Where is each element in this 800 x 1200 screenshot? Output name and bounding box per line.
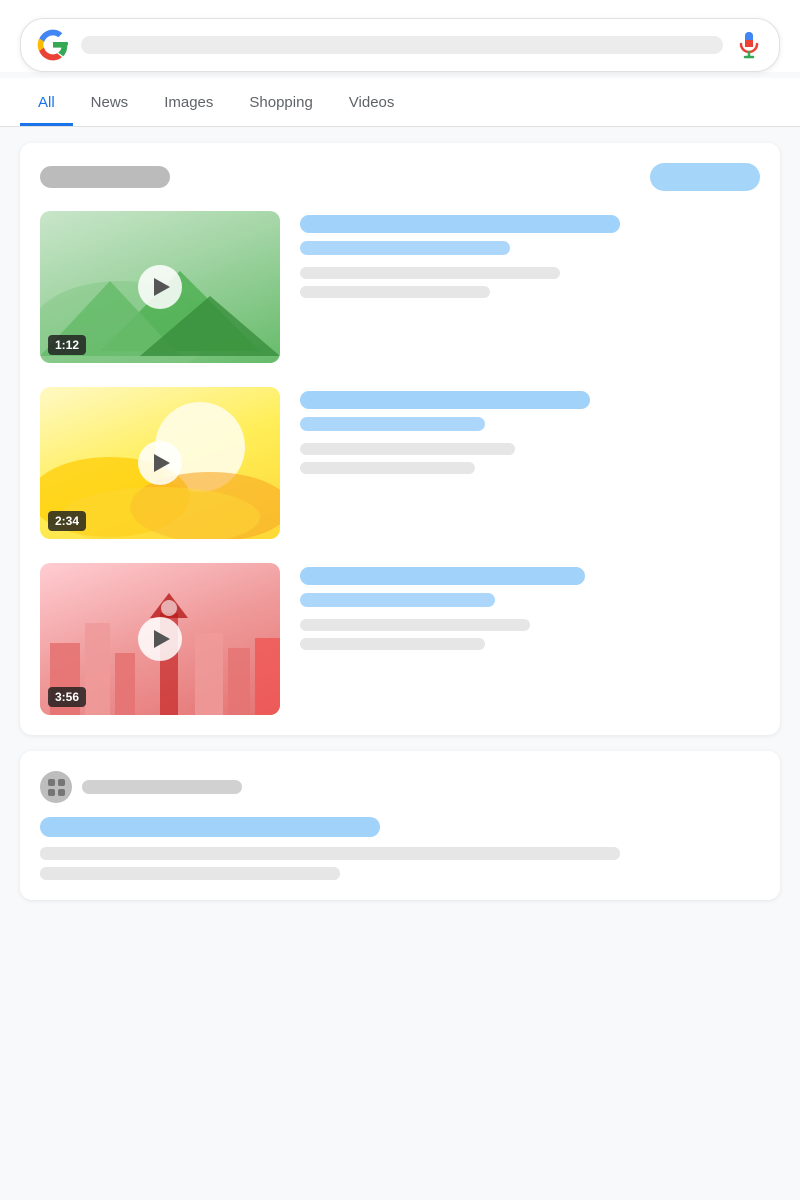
duration-badge-1: 1:12 [48, 335, 86, 355]
microphone-svg [738, 31, 760, 59]
search-bar[interactable] [20, 18, 780, 72]
video-item-2[interactable]: 2:34 [40, 387, 760, 539]
video-title-1 [300, 215, 620, 233]
video-desc2-1 [300, 286, 490, 298]
tab-all[interactable]: All [20, 78, 73, 126]
site-name [82, 780, 242, 794]
site-icon [40, 771, 72, 803]
card-action-button[interactable] [650, 163, 760, 191]
video-title-2 [300, 391, 590, 409]
play-triangle-3 [154, 630, 170, 648]
tab-shopping[interactable]: Shopping [231, 78, 330, 126]
search-input[interactable] [81, 36, 723, 54]
result-site-row [40, 771, 760, 803]
video-results-card: 1:12 2:34 [20, 143, 780, 735]
duration-badge-3: 3:56 [48, 687, 86, 707]
play-button-2[interactable] [138, 441, 182, 485]
video-thumbnail-1[interactable]: 1:12 [40, 211, 280, 363]
content-area: 1:12 2:34 [0, 127, 800, 916]
video-thumbnail-2[interactable]: 2:34 [40, 387, 280, 539]
play-button-3[interactable] [138, 617, 182, 661]
result-title[interactable] [40, 817, 380, 837]
tab-images[interactable]: Images [146, 78, 231, 126]
video-info-3 [300, 563, 760, 650]
tabs-bar: All News Images Shopping Videos [0, 78, 800, 127]
video-info-1 [300, 211, 760, 298]
video-desc2-3 [300, 638, 485, 650]
card-title [40, 166, 170, 188]
video-desc2-2 [300, 462, 475, 474]
tab-news[interactable]: News [73, 78, 147, 126]
play-triangle-2 [154, 454, 170, 472]
site-dot-3 [48, 789, 55, 796]
video-thumbnail-3[interactable]: 3:56 [40, 563, 280, 715]
video-desc1-3 [300, 619, 530, 631]
video-desc1-2 [300, 443, 515, 455]
result-desc-2 [40, 867, 340, 880]
google-logo [37, 29, 69, 61]
site-icon-dots [42, 773, 71, 802]
search-area [0, 0, 800, 72]
search-result-card [20, 751, 780, 900]
video-desc1-1 [300, 267, 560, 279]
tab-videos[interactable]: Videos [331, 78, 413, 126]
video-subtitle-2 [300, 417, 485, 431]
video-item-1[interactable]: 1:12 [40, 211, 760, 363]
result-desc-1 [40, 847, 620, 860]
video-subtitle-3 [300, 593, 495, 607]
card-header [40, 163, 760, 191]
video-item-3[interactable]: 3:56 [40, 563, 760, 715]
mic-icon[interactable] [735, 31, 763, 59]
duration-badge-2: 2:34 [48, 511, 86, 531]
video-subtitle-1 [300, 241, 510, 255]
site-dot-4 [58, 789, 65, 796]
site-dot-2 [58, 779, 65, 786]
video-title-3 [300, 567, 585, 585]
play-button-1[interactable] [138, 265, 182, 309]
video-info-2 [300, 387, 760, 474]
site-dot-1 [48, 779, 55, 786]
play-triangle-1 [154, 278, 170, 296]
